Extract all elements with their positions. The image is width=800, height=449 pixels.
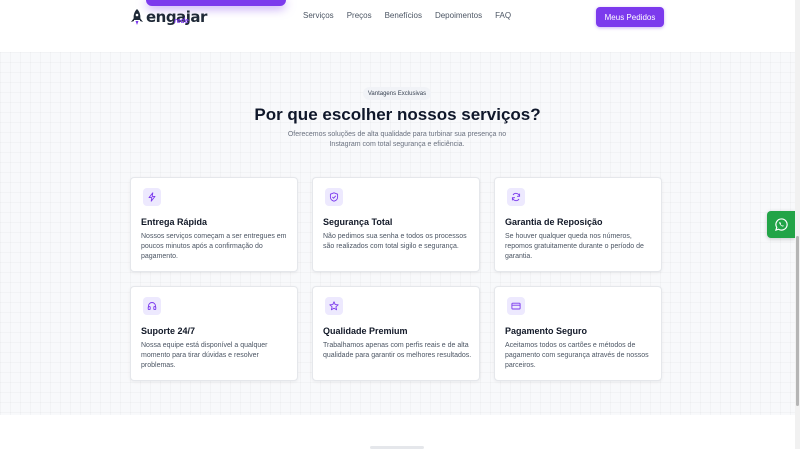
benefit-card-guarantee: Garantia de Reposição Se houver qualquer… — [494, 177, 662, 272]
section-title: Por que escolher nossos serviços? — [254, 105, 541, 124]
card-text: Aceitamos todos os cartões e métodos de … — [505, 342, 649, 369]
section-subtitle: Oferecemos soluções de alta qualidade pa… — [287, 131, 507, 148]
benefit-card-support: Suporte 24/7 Nossa equipe está disponíve… — [130, 286, 298, 381]
card-title: Entrega Rápida — [141, 217, 208, 227]
card-title: Suporte 24/7 — [141, 326, 196, 336]
benefit-card-quality: Qualidade Premium Trabalhamos apenas com… — [312, 286, 480, 381]
card-title: Qualidade Premium — [323, 326, 408, 336]
rocket-icon — [131, 9, 143, 25]
logo[interactable]: engajar — [130, 8, 207, 26]
logo-subtext: rede — [174, 18, 189, 25]
benefit-card-payment: Pagamento Seguro Aceitamos todos os cart… — [494, 286, 662, 381]
nav-link-faq[interactable]: FAQ — [495, 11, 511, 20]
card-text: Não pedimos sua senha e todos os process… — [323, 233, 467, 250]
headphones-icon — [143, 297, 161, 315]
card-text: Nossos serviços começam a ser entregues … — [141, 233, 287, 260]
card-title: Garantia de Reposição — [505, 217, 603, 227]
section-badge: Vantagens Exclusivas — [363, 87, 431, 100]
benefit-card-fast-delivery: Entrega Rápida Nossos serviços começam a… — [130, 177, 298, 272]
credit-card-icon — [507, 297, 525, 315]
nav-link-depoimentos[interactable]: Depoimentos — [435, 11, 482, 20]
nav-link-servicos[interactable]: Serviços — [303, 11, 334, 20]
whatsapp-icon — [774, 218, 788, 231]
scrollbar-thumb[interactable] — [796, 236, 799, 406]
my-orders-button[interactable]: Meus Pedidos — [596, 7, 664, 27]
star-icon — [325, 297, 343, 315]
nav-link-beneficios[interactable]: Benefícios — [385, 11, 422, 20]
header-accent-bar — [146, 0, 286, 6]
lightning-icon — [143, 188, 161, 206]
whatsapp-button[interactable] — [767, 211, 795, 238]
card-title: Pagamento Seguro — [505, 326, 588, 336]
refresh-icon — [507, 188, 525, 206]
card-text: Se houver qualquer queda nos números, re… — [505, 233, 644, 260]
card-text: Nossa equipe está disponível a qualquer … — [141, 342, 268, 369]
benefit-card-security: Segurança Total Não pedimos sua senha e … — [312, 177, 480, 272]
header: engajar rede Serviços Preços Benefícios … — [0, 0, 795, 52]
nav-link-precos[interactable]: Preços — [347, 11, 372, 20]
shield-check-icon — [325, 188, 343, 206]
card-title: Segurança Total — [323, 217, 393, 227]
main-nav: Serviços Preços Benefícios Depoimentos F… — [303, 11, 524, 20]
card-text: Trabalhamos apenas com perfis reais e de… — [323, 342, 472, 359]
